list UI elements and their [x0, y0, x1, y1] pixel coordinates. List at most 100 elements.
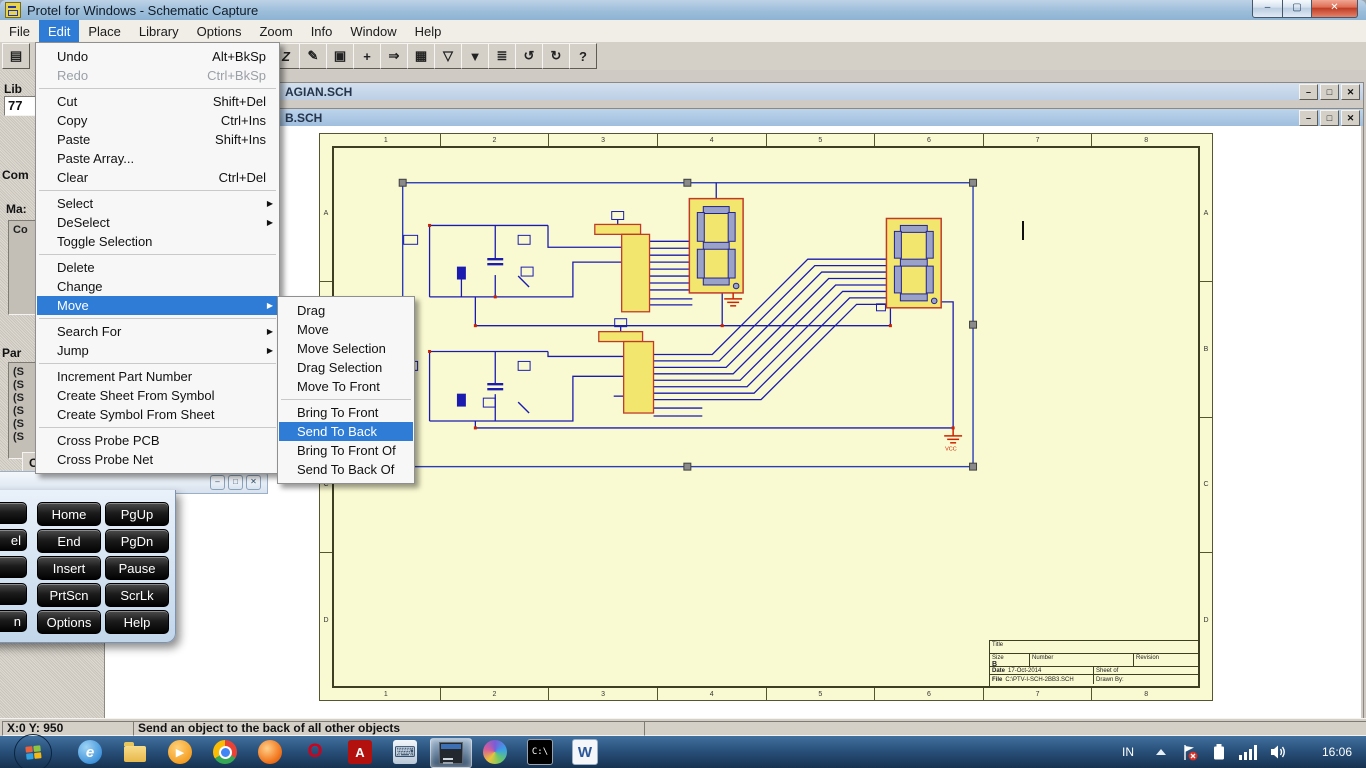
fill-tool-icon[interactable]: ▽ [434, 43, 462, 69]
menu-zoom[interactable]: Zoom [250, 20, 301, 42]
osk-key-help[interactable]: Help [105, 610, 169, 634]
menu-item-select[interactable]: Select ▶ [37, 194, 278, 213]
junction-tool-icon[interactable]: ≣ [488, 43, 516, 69]
move-tool-icon[interactable]: + [353, 43, 381, 69]
menu-item-create-symbol-from-sheet[interactable]: Create Symbol From Sheet [37, 405, 278, 424]
osk-key-pgdn[interactable]: PgDn [105, 529, 169, 553]
sheet-drawing-area[interactable]: VCC Title Size B Number Revision Date 17… [332, 146, 1200, 688]
submenu-item-move-selection[interactable]: Move Selection [279, 339, 413, 358]
osk-key-partial[interactable]: el [0, 529, 27, 551]
menu-item-paste[interactable]: Paste Shift+Ins [37, 130, 278, 149]
taskbar-adobe-reader-icon[interactable]: A [340, 738, 380, 766]
taskbar-file-explorer-icon[interactable] [115, 738, 155, 766]
menu-item-increment-part-number[interactable]: Increment Part Number [37, 367, 278, 386]
sheet-structure-icon[interactable]: ▤ [2, 43, 30, 69]
vcc-symbol[interactable]: VCC [944, 427, 963, 453]
submenu-item-send-to-back-of[interactable]: Send To Back Of [279, 460, 413, 479]
osk-key-pause[interactable]: Pause [105, 556, 169, 580]
child-titlebar-bsch[interactable]: B.SCH – □ ✕ [105, 109, 1363, 126]
taskbar-word-icon[interactable]: W [565, 738, 605, 766]
draw-tool-icon[interactable]: ✎ [299, 43, 327, 69]
child1-close-button[interactable]: ✕ [1341, 84, 1360, 100]
child2-minimize-button[interactable]: – [1299, 110, 1318, 126]
language-indicator[interactable]: IN [1122, 736, 1134, 768]
menu-item-delete[interactable]: Delete [37, 258, 278, 277]
menu-options[interactable]: Options [188, 20, 251, 42]
osk-key-pgup[interactable]: PgUp [105, 502, 169, 526]
menu-item-paste-array[interactable]: Paste Array... [37, 149, 278, 168]
submenu-item-move[interactable]: Move [279, 320, 413, 339]
menu-window[interactable]: Window [341, 20, 405, 42]
bus-tool-icon[interactable]: ⇒ [380, 43, 408, 69]
menu-item-jump[interactable]: Jump ▶ [37, 341, 278, 360]
app-titlebar[interactable]: Protel for Windows - Schematic Capture –… [0, 0, 1366, 21]
submenu-item-drag-selection[interactable]: Drag Selection [279, 358, 413, 377]
volume-icon[interactable] [1270, 736, 1288, 768]
submenu-item-bring-to-front-of[interactable]: Bring To Front Of [279, 441, 413, 460]
child1-maximize-button[interactable]: □ [1320, 84, 1339, 100]
child1-minimize-button[interactable]: – [1299, 84, 1318, 100]
osk-maximize-button[interactable]: □ [228, 475, 243, 490]
taskbar-firefox-icon[interactable] [250, 738, 290, 766]
child2-maximize-button[interactable]: □ [1320, 110, 1339, 126]
osk-key-home[interactable]: Home [37, 502, 101, 526]
menu-item-toggle-selection[interactable]: Toggle Selection [37, 232, 278, 251]
clock[interactable]: 16:06 [1322, 736, 1352, 768]
part-tool-icon[interactable]: ▦ [407, 43, 435, 69]
taskbar-internet-explorer-icon[interactable]: e [70, 738, 110, 766]
menu-item-deselect[interactable]: DeSelect ▶ [37, 213, 278, 232]
battery-icon[interactable] [1212, 736, 1226, 768]
menu-item-undo[interactable]: Undo Alt+BkSp [37, 47, 278, 66]
osk-key-insert[interactable]: Insert [37, 556, 101, 580]
taskbar-protel-icon[interactable] [430, 738, 472, 768]
menu-help[interactable]: Help [406, 20, 451, 42]
help-icon[interactable]: ? [569, 43, 597, 69]
schematic-circuit[interactable]: VCC [334, 148, 1198, 686]
action-center-icon[interactable] [1181, 736, 1198, 768]
submenu-item-send-to-back[interactable]: Send To Back [279, 422, 413, 441]
osk-key-end[interactable]: End [37, 529, 101, 553]
menu-edit[interactable]: Edit [38, 20, 80, 42]
submenu-item-move-to-front[interactable]: Move To Front [279, 377, 413, 396]
taskbar-command-prompt-icon[interactable]: C:\ [520, 738, 560, 766]
seven-segment-display-1[interactable] [688, 197, 744, 294]
close-button[interactable]: ✕ [1311, 0, 1358, 18]
osk-key-prtscn[interactable]: PrtScn [37, 583, 101, 607]
osk-key-partial[interactable] [0, 502, 27, 524]
child2-close-button[interactable]: ✕ [1341, 110, 1360, 126]
osk-key-scrlk[interactable]: ScrLk [105, 583, 169, 607]
network-signal-icon[interactable] [1239, 736, 1258, 768]
selection-box-icon[interactable]: ▣ [326, 43, 354, 69]
osk-minimize-button[interactable]: – [210, 475, 225, 490]
child-titlebar-agian[interactable]: AGIAN.SCH – □ ✕ [105, 83, 1363, 100]
menu-item-change[interactable]: Change [37, 277, 278, 296]
menu-item-move[interactable]: Move ▶ [37, 296, 278, 315]
menu-item-redo[interactable]: Redo Ctrl+BkSp [37, 66, 278, 85]
submenu-item-bring-to-front[interactable]: Bring To Front [279, 403, 413, 422]
on-screen-keyboard[interactable]: el n Home End Insert PrtScn Options PgUp… [0, 490, 176, 643]
menu-item-create-sheet-from-symbol[interactable]: Create Sheet From Symbol [37, 386, 278, 405]
ground-symbol[interactable] [724, 292, 743, 307]
submenu-item-drag[interactable]: Drag [279, 301, 413, 320]
osk-key-partial[interactable]: n [0, 610, 27, 632]
osk-key-options[interactable]: Options [37, 610, 101, 634]
taskbar-chrome-icon[interactable] [205, 738, 245, 766]
fill-edit-tool-icon[interactable]: ▼ [461, 43, 489, 69]
menu-item-cross-probe-net[interactable]: Cross Probe Net [37, 450, 278, 469]
menu-item-search-for[interactable]: Search For ▶ [37, 322, 278, 341]
menu-item-clear[interactable]: Clear Ctrl+Del [37, 168, 278, 187]
menu-item-cross-probe-pcb[interactable]: Cross Probe PCB [37, 431, 278, 450]
taskbar-media-center-icon[interactable] [475, 738, 515, 766]
minimize-button[interactable]: – [1252, 0, 1283, 18]
taskbar-opera-icon[interactable]: O [295, 738, 335, 766]
maximize-button[interactable]: ▢ [1283, 0, 1311, 18]
osk-key-partial[interactable] [0, 583, 27, 605]
menu-library[interactable]: Library [130, 20, 188, 42]
undo-icon[interactable]: ↺ [515, 43, 543, 69]
schematic-sheet[interactable]: 12345678 12345678 ABCD ABCD [319, 133, 1213, 701]
hidden-icons-button[interactable] [1156, 736, 1166, 768]
taskbar-keyboard-icon[interactable]: ⌨ [385, 738, 425, 766]
menu-place[interactable]: Place [79, 20, 130, 42]
seven-segment-display-2[interactable] [885, 217, 942, 309]
menu-item-copy[interactable]: Copy Ctrl+Ins [37, 111, 278, 130]
